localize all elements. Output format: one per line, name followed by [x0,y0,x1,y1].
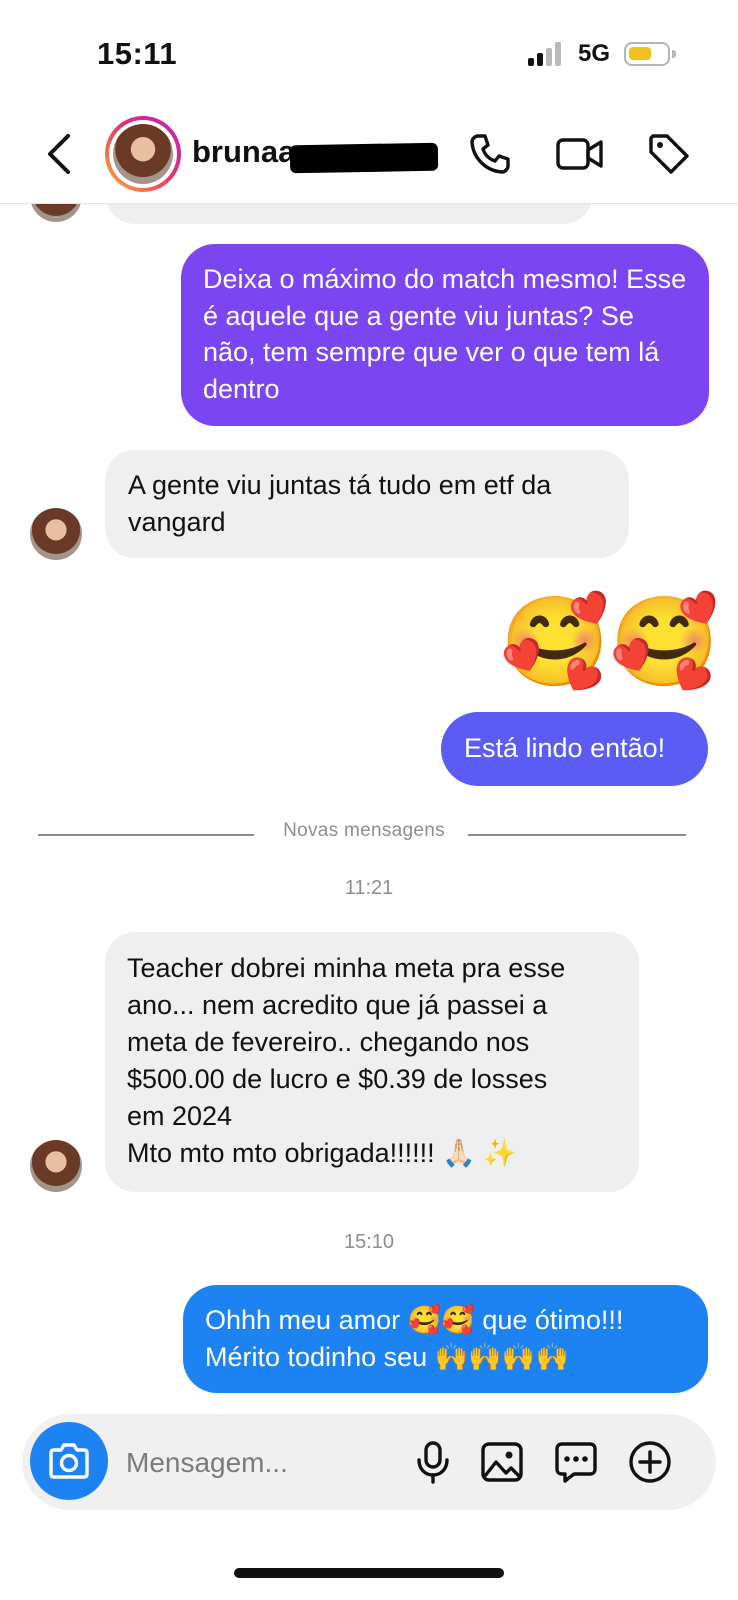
message-line: Teacher dobrei minha meta pra esse [127,953,566,983]
video-call-button[interactable] [555,130,603,178]
sender-avatar [30,1140,82,1192]
plus-circle-icon [629,1441,671,1483]
microphone-button[interactable] [409,1438,457,1486]
audio-call-button[interactable] [466,130,514,178]
divider-line [468,834,686,836]
status-bar: 15:11 5G [0,0,738,100]
tag-icon [649,134,689,174]
redaction-mark [289,142,439,174]
message-composer [22,1414,716,1510]
battery-icon [624,42,676,66]
message-text: A gente viu juntas tá tudo em etf da van… [128,470,552,537]
video-camera-icon [556,138,603,170]
incoming-message[interactable]: Teacher dobrei minha meta pra esse ano..… [105,932,639,1192]
gallery-button[interactable] [478,1438,526,1486]
home-indicator[interactable] [234,1568,504,1578]
camera-button[interactable] [30,1422,108,1500]
message-line: em 2024 [127,1101,233,1131]
message-line: meta de fevereiro.. chegando nos [127,1027,530,1057]
message-line: Mérito todinho seu 🙌🙌🙌🙌 [205,1342,570,1372]
more-options-button[interactable] [552,1438,600,1486]
message-input[interactable] [126,1443,426,1483]
timestamp: 11:21 [344,877,394,899]
chevron-left-icon [48,134,70,174]
message-line: Ohhh meu amor 🥰🥰 que ótimo!!! [205,1305,624,1335]
back-button[interactable] [40,132,80,176]
timestamp: 15:10 [343,1231,395,1253]
signal-icon [528,42,564,66]
message-text: Está lindo então! [464,733,666,763]
outgoing-message[interactable]: Deixa o máximo do match mesmo! Esse é aq… [181,244,709,426]
emoji-message[interactable]: 🥰🥰 [500,594,719,690]
new-messages-label: Novas mensagens [283,820,445,841]
status-time: 15:11 [97,36,178,71]
message-line: Mto mto mto obrigada!!!!!! 🙏🏻 ✨ [127,1138,517,1168]
message-line: $500.00 de lucro e $0.39 de losses [127,1064,548,1094]
message-line: ano... nem acredito que já passei a [127,990,548,1020]
chat-bubble-dots-icon [555,1442,597,1483]
camera-icon [49,1443,89,1479]
chat-header: brunaa_ [0,104,738,204]
sender-avatar [30,508,82,560]
outgoing-message[interactable]: Está lindo então! [441,712,708,786]
network-type: 5G [578,40,611,67]
microphone-icon [417,1441,449,1484]
divider-line [38,834,254,836]
image-icon [481,1442,523,1482]
add-button[interactable] [626,1438,674,1486]
outgoing-message[interactable]: Ohhh meu amor 🥰🥰 que ótimo!!! Mérito tod… [183,1285,708,1393]
message-text: Deixa o máximo do match mesmo! Esse é aq… [203,264,687,404]
phone-icon [470,134,510,174]
incoming-message[interactable]: A gente viu juntas tá tudo em etf da van… [105,450,629,558]
tag-button[interactable] [645,130,693,178]
contact-avatar[interactable] [105,116,181,192]
